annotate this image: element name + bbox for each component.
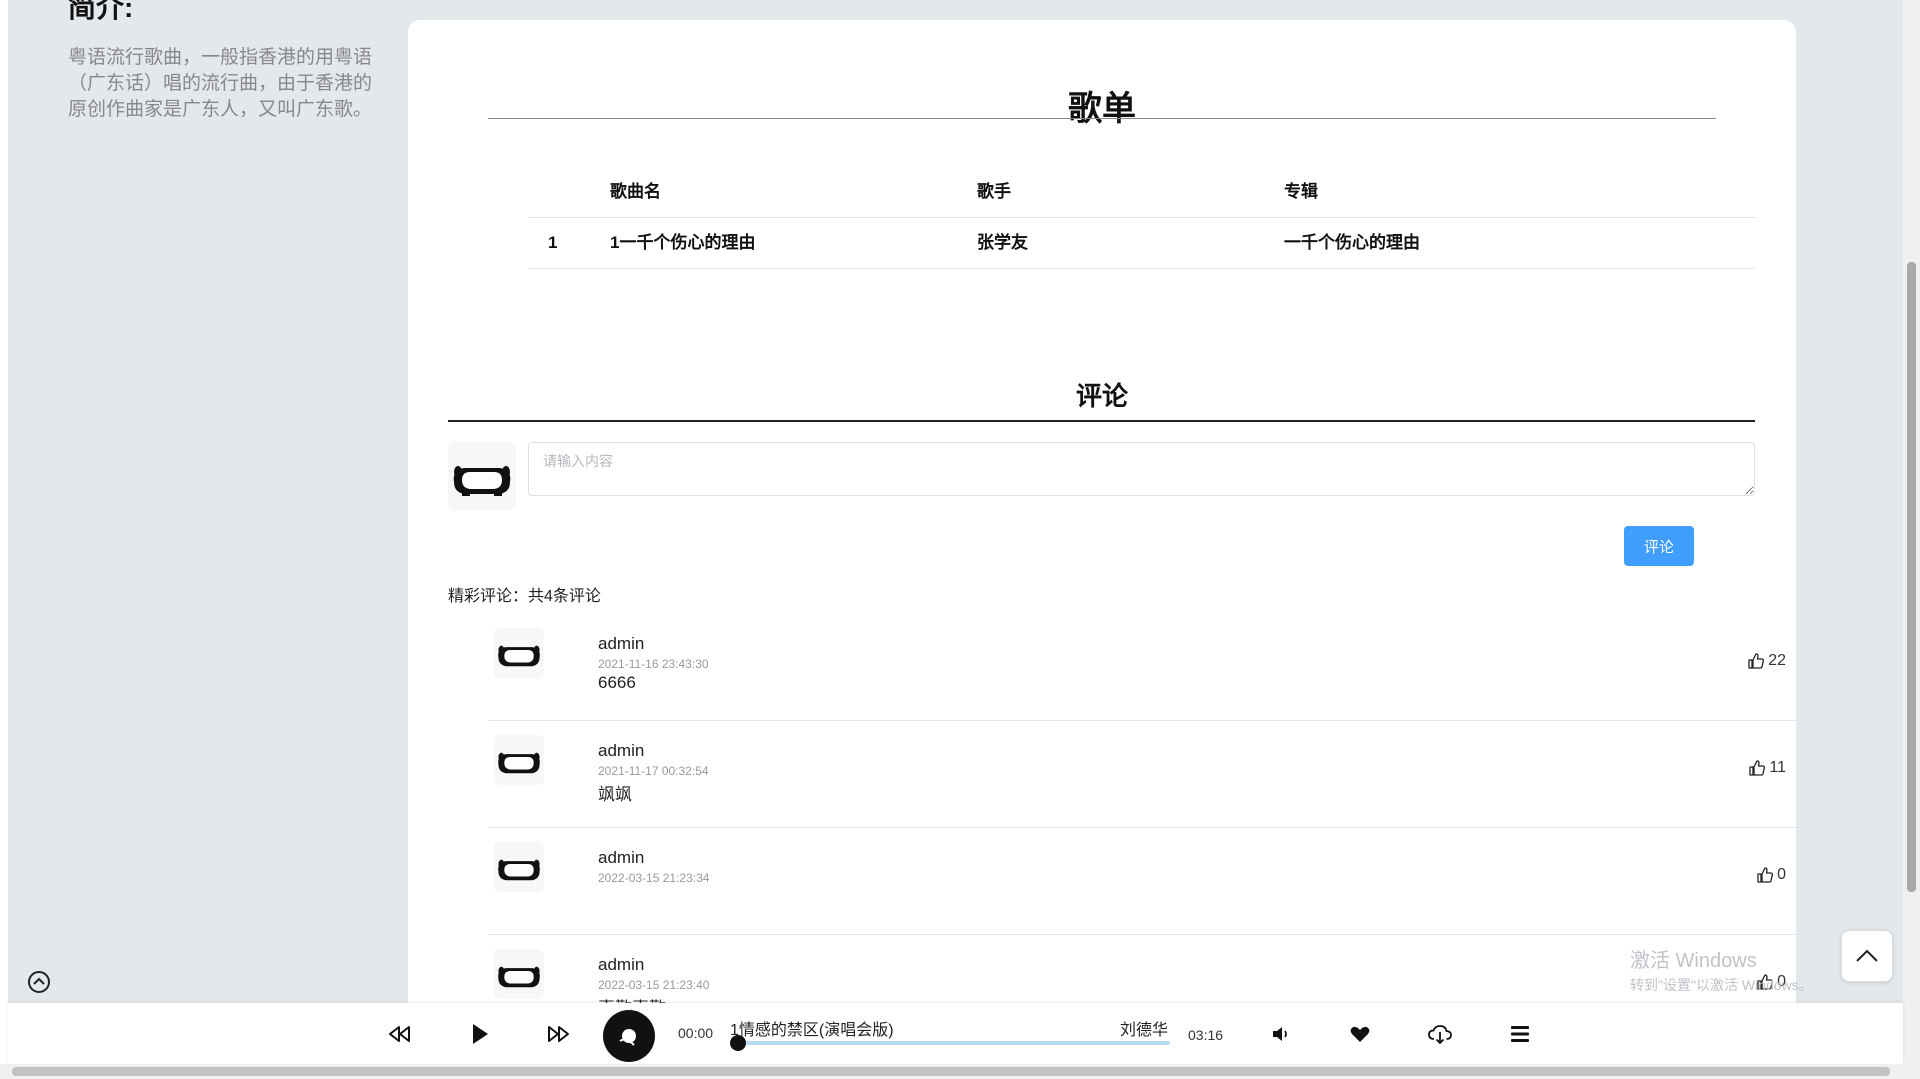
- comment-user: admin: [598, 955, 645, 974]
- panda-avatar-icon: [494, 949, 544, 999]
- avatar: [494, 842, 544, 892]
- intro-text: 粤语流行歌曲，一般指香港的用粤语（广东话）唱的流行曲，由于香港的原创作曲家是广东…: [68, 47, 373, 120]
- my-avatar: [448, 442, 516, 510]
- comment-text: 飒飒: [598, 785, 632, 804]
- song-album[interactable]: 一千个伤心的理由: [1284, 218, 1420, 268]
- duration: 03:16: [1188, 1027, 1224, 1043]
- collapse-player-button[interactable]: [27, 970, 51, 994]
- comment-user: admin: [598, 741, 645, 760]
- like-button[interactable]: 11: [1749, 759, 1786, 777]
- progress-bar[interactable]: [738, 1041, 1170, 1045]
- rewind-icon: [389, 1026, 410, 1042]
- playlist-divider: [488, 118, 1716, 119]
- like-button[interactable]: 22: [1748, 652, 1786, 670]
- heart-icon: [1350, 1026, 1370, 1042]
- horizontal-scrollbar-thumb[interactable]: [12, 1067, 1890, 1076]
- comments-divider: [448, 420, 1755, 422]
- horizontal-scrollbar[interactable]: [0, 1064, 1920, 1079]
- playlist-menu-button[interactable]: [1505, 1019, 1535, 1049]
- comment-item: admin 2021-11-16 23:43:30 6666 22: [488, 614, 1796, 721]
- current-time: 00:00: [678, 1025, 714, 1041]
- content-card: 歌单 歌曲名 歌手 专辑 1 1一千个伤心的理由 张学友 一千个伤心的理由 评论…: [408, 20, 1796, 1064]
- volume-icon: [1273, 1027, 1287, 1041]
- now-playing-artist: 刘德华: [1120, 1022, 1169, 1039]
- comment-input[interactable]: [528, 442, 1755, 496]
- fast-forward-icon: [548, 1026, 569, 1042]
- back-to-top-button[interactable]: [1841, 930, 1893, 982]
- watermark-line1: 激活 Windows: [1630, 950, 1757, 972]
- like-song-button[interactable]: [1345, 1019, 1375, 1049]
- comment-user: admin: [598, 848, 645, 867]
- comment-item: admin 2022-03-15 21:23:34 0: [488, 828, 1796, 935]
- comment-count: 精彩评论：共4条评论: [448, 588, 601, 605]
- like-button[interactable]: 0: [1757, 866, 1786, 884]
- volume-button[interactable]: [1265, 1019, 1295, 1049]
- header-song-name: 歌曲名: [610, 182, 661, 201]
- play-button[interactable]: [464, 1019, 494, 1049]
- next-button[interactable]: [544, 1019, 574, 1049]
- playlist-title: 歌单: [1068, 90, 1136, 128]
- album-disc-icon: [603, 1009, 655, 1062]
- vertical-scrollbar-thumb[interactable]: [1907, 262, 1916, 892]
- comment-time: 2022-03-15 21:23:40: [598, 978, 710, 992]
- song-row[interactable]: 1 1一千个伤心的理由 张学友 一千个伤心的理由: [528, 218, 1756, 269]
- download-button[interactable]: [1425, 1019, 1455, 1049]
- comment-user: admin: [598, 634, 645, 653]
- progress-handle[interactable]: [730, 1035, 746, 1051]
- like-count: 22: [1768, 652, 1786, 669]
- intro-title: 简介:: [68, 0, 134, 23]
- music-player-bar: 00:00 1情感的禁区(演唱会版) 刘德华 03:16: [8, 1003, 1903, 1064]
- now-playing-title: 1情感的禁区(演唱会版): [730, 1022, 894, 1039]
- comments-title: 评论: [1075, 381, 1128, 411]
- comment-time: 2021-11-17 00:32:54: [598, 764, 709, 778]
- song-singer[interactable]: 张学友: [977, 218, 1028, 268]
- panda-avatar-icon: [494, 842, 544, 892]
- activation-watermark: 激活 Windows 转到"设置"以激活 Windows。: [1630, 944, 1813, 995]
- song-table-header: 歌曲名 歌手 专辑: [528, 167, 1756, 218]
- page-left-edge: [0, 0, 8, 1064]
- chevron-up-icon: [1856, 949, 1878, 962]
- song-name[interactable]: 1一千个伤心的理由: [610, 218, 755, 268]
- thumbs-up-icon: [1749, 760, 1766, 776]
- panda-avatar-icon: [494, 735, 544, 785]
- watermark-line2: 转到"设置"以激活 Windows。: [1630, 977, 1813, 993]
- like-count: 0: [1777, 866, 1786, 883]
- chevron-up-circle-icon: [28, 971, 50, 993]
- playlist-menu-icon: [1511, 1026, 1529, 1042]
- thumbs-up-icon: [1748, 653, 1765, 669]
- header-singer: 歌手: [977, 182, 1011, 201]
- header-album: 专辑: [1284, 182, 1318, 201]
- panda-avatar-icon: [494, 628, 544, 678]
- avatar: [494, 735, 544, 785]
- comment-text: 6666: [598, 673, 636, 692]
- thumbs-up-icon: [1757, 867, 1774, 883]
- panda-avatar-icon: [448, 442, 516, 510]
- song-index: 1: [548, 233, 558, 252]
- comment-time: 2022-03-15 21:23:34: [598, 871, 710, 885]
- play-icon: [473, 1024, 488, 1044]
- submit-comment-button[interactable]: 评论: [1624, 526, 1694, 566]
- vertical-scrollbar[interactable]: [1903, 0, 1920, 1064]
- avatar: [494, 628, 544, 678]
- comment-list: admin 2021-11-16 23:43:30 6666 22 admin …: [488, 614, 1796, 1042]
- avatar: [494, 949, 544, 999]
- comment-item: admin 2021-11-17 00:32:54 飒飒 11: [488, 721, 1796, 828]
- comment-time: 2021-11-16 23:43:30: [598, 657, 709, 671]
- like-count: 11: [1769, 759, 1786, 776]
- previous-button[interactable]: [384, 1019, 414, 1049]
- cloud-download-icon: [1428, 1025, 1452, 1045]
- song-table: 歌曲名 歌手 专辑 1 1一千个伤心的理由 张学友 一千个伤心的理由: [528, 167, 1756, 269]
